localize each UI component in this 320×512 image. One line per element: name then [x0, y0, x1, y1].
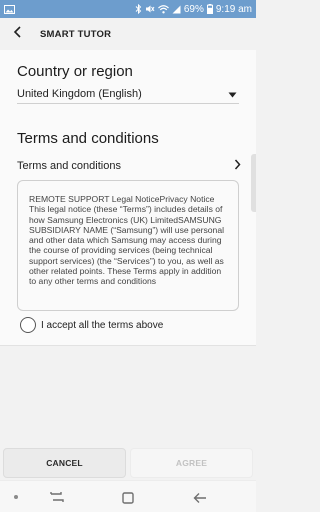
terms-link-label: Terms and conditions [17, 160, 121, 172]
agree-button[interactable]: AGREE [130, 448, 253, 478]
bluetooth-icon [135, 4, 142, 14]
bottom-action-bar: CANCEL AGREE [0, 446, 256, 480]
back-arrow-icon [13, 25, 23, 43]
country-dropdown[interactable]: United Kingdom (English) [17, 84, 239, 104]
page-title: SMART TUTOR [40, 28, 112, 40]
back-button[interactable] [0, 18, 36, 50]
nav-dot-icon[interactable] [14, 495, 18, 499]
signal-icon [172, 5, 181, 14]
app-bar: SMART TUTOR [0, 18, 256, 50]
country-section-title: Country or region [17, 63, 133, 80]
navigation-bar [0, 480, 256, 512]
status-bar: 69% 9:19 am [0, 0, 256, 18]
dropdown-triangle-icon [228, 85, 237, 103]
accept-terms-row[interactable]: I accept all the terms above [20, 316, 163, 334]
image-icon [4, 4, 15, 14]
edge-panel-handle[interactable] [251, 154, 256, 212]
country-dropdown-value: United Kingdom (English) [17, 87, 142, 100]
cancel-button[interactable]: CANCEL [3, 448, 126, 478]
terms-section-title: Terms and conditions [17, 130, 159, 147]
chevron-right-icon [234, 157, 241, 175]
nav-back-icon[interactable] [193, 491, 207, 509]
terms-text-box[interactable]: REMOTE SUPPORT Legal NoticePrivacy Notic… [17, 180, 239, 311]
terms-body-text: REMOTE SUPPORT Legal NoticePrivacy Notic… [29, 194, 225, 287]
battery-percent: 69% [183, 3, 204, 15]
clock: 9:19 am [215, 3, 252, 15]
battery-icon [206, 4, 213, 14]
wifi-icon [157, 4, 169, 14]
accept-terms-label: I accept all the terms above [41, 319, 164, 331]
terms-link[interactable]: Terms and conditions [17, 156, 241, 176]
recent-apps-icon[interactable] [50, 490, 64, 508]
mute-icon [145, 4, 155, 14]
main-content: Country or region United Kingdom (Englis… [0, 50, 256, 346]
home-icon[interactable] [122, 491, 134, 509]
accept-radio-button[interactable] [20, 317, 36, 333]
